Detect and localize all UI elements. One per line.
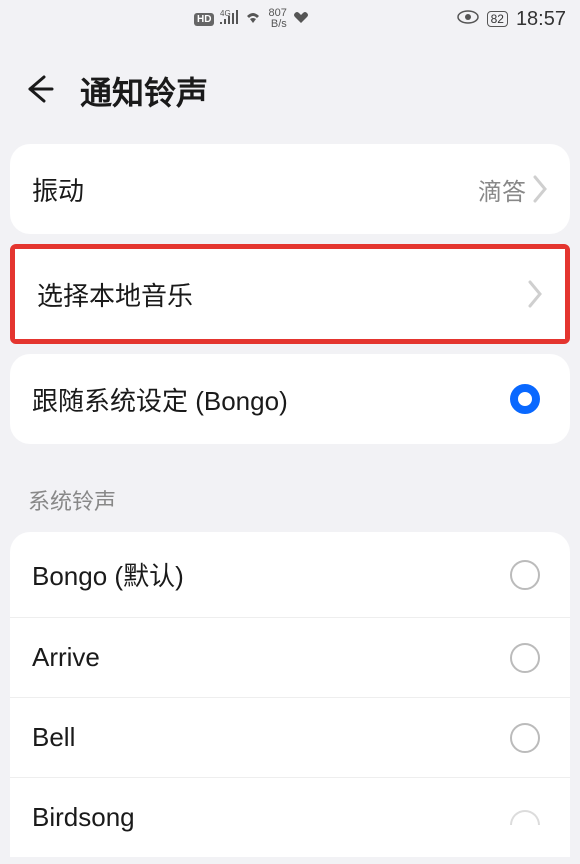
radio-icon xyxy=(510,560,540,590)
clock: 18:57 xyxy=(516,8,566,31)
highlight-annotation: 选择本地音乐 xyxy=(10,244,570,344)
wifi-icon xyxy=(244,10,262,29)
status-bar: HD 4G 807 B/s 82 18:57 xyxy=(0,0,580,38)
ringtone-label: Arrive xyxy=(32,642,510,673)
local-music-label: 选择本地音乐 xyxy=(37,276,527,313)
battery-icon: 82 xyxy=(487,11,508,27)
ringtone-row[interactable]: Arrive xyxy=(10,618,570,698)
ringtone-label: Birdsong xyxy=(32,802,510,833)
eye-icon xyxy=(457,10,479,29)
vibration-value: 滴答 xyxy=(478,172,526,207)
header: 通知铃声 xyxy=(0,38,580,134)
vibration-card: 振动 滴答 xyxy=(10,144,570,234)
ringtone-row[interactable]: Bell xyxy=(10,698,570,778)
ringtone-label: Bell xyxy=(32,722,510,753)
chevron-right-icon xyxy=(532,175,548,203)
radio-icon xyxy=(510,643,540,673)
radio-selected-icon xyxy=(510,384,540,414)
follow-system-row[interactable]: 跟随系统设定 (Bongo) xyxy=(10,354,570,444)
ringtone-row[interactable]: Birdsong xyxy=(10,778,570,857)
follow-system-label: 跟随系统设定 (Bongo) xyxy=(32,381,510,418)
network-speed: 807 B/s xyxy=(268,8,286,30)
page-title: 通知铃声 xyxy=(80,68,208,114)
ringtone-label: Bongo (默认) xyxy=(32,556,510,593)
radio-icon xyxy=(510,723,540,753)
back-button[interactable] xyxy=(22,73,54,110)
vibration-row[interactable]: 振动 滴答 xyxy=(10,144,570,234)
follow-system-card: 跟随系统设定 (Bongo) xyxy=(10,354,570,444)
heart-icon xyxy=(293,10,309,29)
signal-icon: 4G xyxy=(220,10,238,29)
local-music-row[interactable]: 选择本地音乐 xyxy=(15,249,565,339)
ringtone-row[interactable]: Bongo (默认) xyxy=(10,532,570,618)
radio-icon xyxy=(510,810,540,825)
ringtone-list: Bongo (默认) Arrive Bell Birdsong xyxy=(10,532,570,857)
vibration-label: 振动 xyxy=(32,171,478,208)
section-header: 系统铃声 xyxy=(0,454,580,532)
chevron-right-icon xyxy=(527,280,543,308)
back-arrow-icon xyxy=(22,73,54,105)
hd-badge: HD xyxy=(194,13,214,26)
